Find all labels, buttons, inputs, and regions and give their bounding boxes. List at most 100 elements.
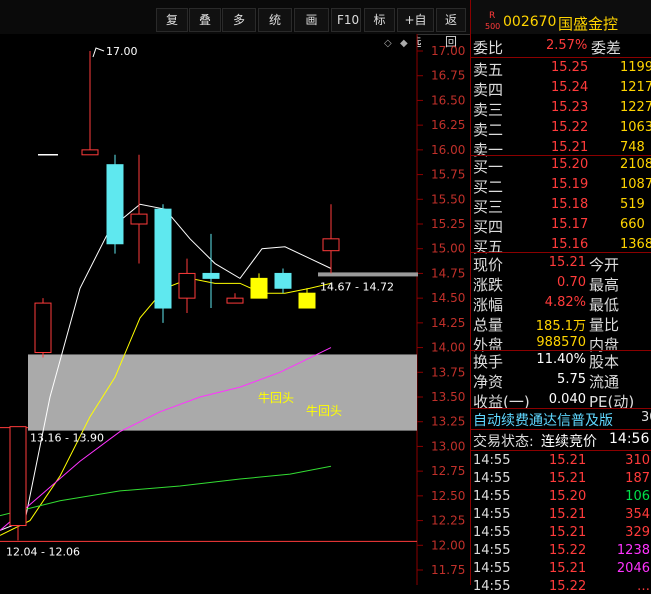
stat-label2: 股本 xyxy=(589,353,620,371)
fuquan-button[interactable]: 复权 xyxy=(156,8,188,49)
weibi-value: 2.57% xyxy=(546,38,588,53)
badge-top: R xyxy=(489,11,496,21)
separator xyxy=(471,408,651,409)
duogu-button[interactable]: 多股 xyxy=(222,8,256,49)
separator xyxy=(471,429,651,430)
sell-price: 15.22 xyxy=(551,120,589,135)
sell-price: 15.23 xyxy=(551,100,589,115)
stat-value: 988570 xyxy=(536,335,586,350)
y-tick-label: 16.50 xyxy=(431,93,465,107)
add-watchlist-button[interactable]: +自选 xyxy=(397,8,434,49)
stat-value: 0.70 xyxy=(557,275,586,290)
weici-label: 委差 xyxy=(591,39,622,57)
y-tick-label: 14.75 xyxy=(431,266,465,280)
sell-label: 卖五 xyxy=(473,61,504,79)
quote-panel: R 500 002670 国盛金控 委比 2.57% 委差 卖五 15.25 1199 卖四 15.2… xyxy=(470,0,651,594)
candle-body xyxy=(250,277,268,299)
buy-price: 15.16 xyxy=(551,237,589,252)
candle-body xyxy=(298,292,316,309)
f10-button[interactable]: F10 xyxy=(331,8,361,32)
y-tick-label: 14.50 xyxy=(431,291,465,305)
annotation-recent-label: 14.67 - 14.72 xyxy=(320,280,394,293)
tick-volume: 106 xyxy=(625,489,650,504)
y-tick-label: 17.00 xyxy=(431,44,465,58)
candle-body xyxy=(9,426,27,527)
sell-price: 15.24 xyxy=(551,80,589,95)
annotation-text1: 牛回头 xyxy=(258,390,294,405)
annotation-box-label: 13.16 - 13.90 xyxy=(30,432,104,445)
sell-vol: 1199 xyxy=(620,60,651,75)
candle-body xyxy=(202,272,220,279)
stat-value: 15.21 xyxy=(548,255,586,270)
y-tick-label: 13.50 xyxy=(431,390,465,404)
y-tick-label: 14.25 xyxy=(431,316,465,330)
buy-vol: 519 xyxy=(620,197,645,212)
y-tick-label: 16.75 xyxy=(431,69,465,83)
annotation-low-label: 12.04 - 12.06 xyxy=(6,545,80,558)
stat-value: 0.040 xyxy=(548,392,586,407)
stat-value: 4.82% xyxy=(544,295,586,310)
sell-vol: 1227 xyxy=(620,100,651,115)
trade-status-time: 14:56: xyxy=(609,431,651,447)
kline-chart[interactable]: 17.00 16.75 16.50 16.25 16.00 15.75 15.50 15.25… xyxy=(0,34,470,585)
separator xyxy=(471,450,651,451)
recent-price-bar xyxy=(318,272,418,277)
stat-label2: 量比 xyxy=(589,316,620,334)
badge-bottom: 500 xyxy=(485,22,501,31)
buy-price: 15.18 xyxy=(551,197,589,212)
candle xyxy=(9,426,27,541)
candle-body xyxy=(81,149,99,156)
candle-body xyxy=(106,164,124,245)
stat-label2: 最高 xyxy=(589,276,620,294)
weibi-label: 委比 xyxy=(473,39,504,57)
y-tick-label: 13.75 xyxy=(431,365,465,379)
buy-price: 15.19 xyxy=(551,177,589,192)
diamond-icon[interactable]: ◇ xyxy=(384,38,392,49)
kline-chart-svg: 17.00 16.75 16.50 16.25 16.00 15.75 15.50 15.25… xyxy=(0,34,465,585)
buy-price: 15.20 xyxy=(551,157,589,172)
tongji-button[interactable]: 统计 xyxy=(258,8,292,49)
stock-code: 002670 xyxy=(503,14,557,30)
y-tick-label: 15.00 xyxy=(431,242,465,256)
candle-body xyxy=(226,297,244,304)
candle-body xyxy=(322,238,340,252)
stat-label2: 今开 xyxy=(589,256,620,274)
sell-vol: 1217 xyxy=(620,80,651,95)
trade-status-value: 连续竞价 xyxy=(541,434,597,450)
y-tick-label: 15.75 xyxy=(431,168,465,182)
sell-price: 15.25 xyxy=(551,60,589,75)
candle-body xyxy=(34,302,52,354)
tick-volume: 2046 xyxy=(616,561,650,576)
candle-body xyxy=(178,272,196,299)
candle-body xyxy=(274,272,292,289)
stat-label2: 最低 xyxy=(589,296,620,314)
tick-volume: 354 xyxy=(625,507,650,522)
buy-vol: 1368 xyxy=(620,237,651,252)
stat-value: 185.1万 xyxy=(535,319,586,334)
tick-volume: 1238 xyxy=(616,543,650,558)
buy-label: 买三 xyxy=(473,198,504,216)
candle xyxy=(106,154,124,254)
diamond-filled-icon[interactable]: ◆ xyxy=(400,38,408,49)
y-tick-label: 12.50 xyxy=(431,489,465,503)
buy-vol: 2108 xyxy=(620,157,651,172)
sell-label: 卖四 xyxy=(473,81,504,99)
biaoji-button[interactable]: 标记 xyxy=(364,8,395,49)
y-tick-label: 12.25 xyxy=(431,514,465,528)
range-box xyxy=(28,354,417,431)
tick-volume: 310 xyxy=(625,453,650,468)
promo-link: 自动续费通达信普及版 xyxy=(473,413,613,429)
buy-vol: 660 xyxy=(620,217,645,232)
y-tick-label: 15.25 xyxy=(431,217,465,231)
y-tick-label: 13.25 xyxy=(431,415,465,429)
sell-label: 卖三 xyxy=(473,101,504,119)
y-tick-label: 13.00 xyxy=(431,439,465,453)
back-button[interactable]: 返回 xyxy=(436,8,466,49)
promo-number: 30 xyxy=(641,410,651,425)
y-tick-label: 14.00 xyxy=(431,341,465,355)
diejia-button[interactable]: 叠加 xyxy=(189,8,221,49)
stat-label2: 流通 xyxy=(589,373,620,391)
huaxian-button[interactable]: 画线 xyxy=(294,8,329,49)
sell-vol: 748 xyxy=(620,140,645,155)
separator xyxy=(471,252,651,253)
